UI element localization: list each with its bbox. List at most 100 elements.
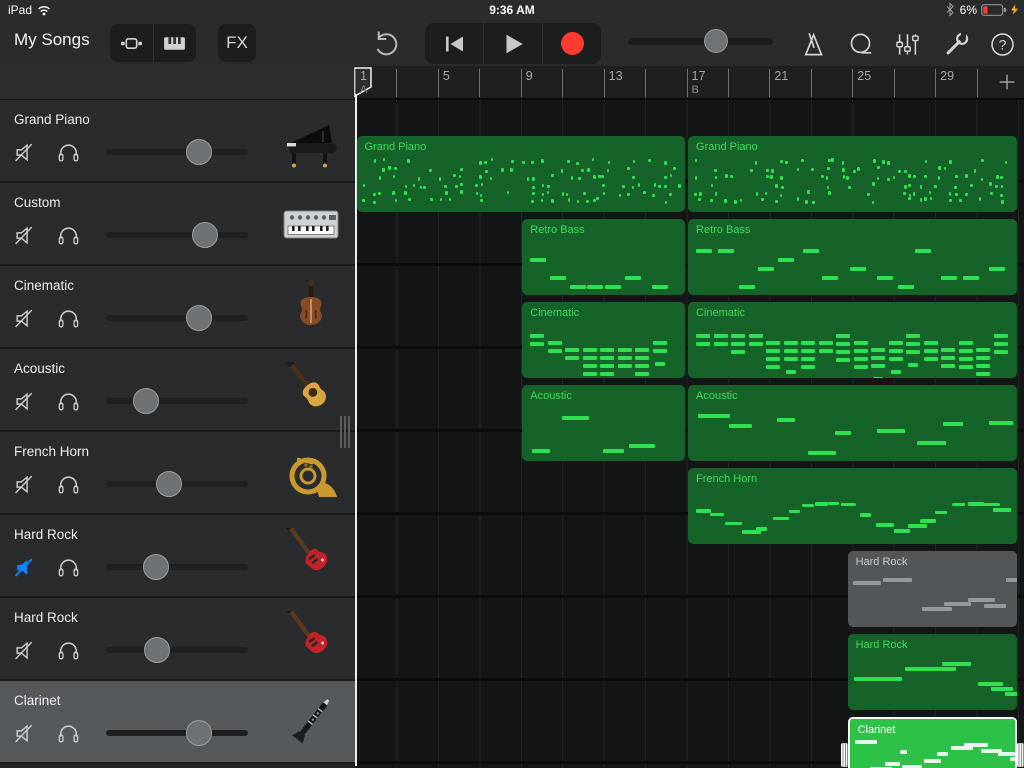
track-volume-thumb[interactable]: [186, 720, 212, 746]
midi-region-hard-rock[interactable]: Hard Rock: [848, 634, 1017, 710]
monitor-headphones-button[interactable]: [56, 223, 81, 248]
instrument-image[interactable]: [279, 692, 343, 752]
record-button[interactable]: [542, 23, 601, 64]
midi-region-acoustic[interactable]: Acoustic: [522, 385, 685, 461]
track-row-acoustic[interactable]: Acoustic: [0, 349, 355, 432]
instrument-image[interactable]: [279, 609, 343, 669]
monitor-headphones-button[interactable]: [56, 389, 81, 414]
charging-bolt-icon: [1011, 4, 1018, 15]
midi-region-hard-rock[interactable]: Hard Rock: [848, 551, 1017, 627]
add-measures-button[interactable]: [994, 68, 1020, 96]
track-volume-thumb[interactable]: [186, 139, 212, 165]
instrument-image[interactable]: [279, 194, 343, 254]
record-icon: [561, 32, 584, 55]
mute-button[interactable]: [13, 306, 38, 331]
settings-wrench-button[interactable]: [943, 31, 970, 58]
my-songs-button[interactable]: My Songs: [14, 30, 90, 50]
track-name: Clarinet: [14, 693, 61, 708]
master-volume-thumb[interactable]: [704, 29, 728, 53]
track-volume-thumb[interactable]: [186, 305, 212, 331]
track-name: Hard Rock: [14, 610, 78, 625]
monitor-headphones-button[interactable]: [56, 638, 81, 663]
track-volume-thumb[interactable]: [143, 554, 169, 580]
undo-button[interactable]: [370, 29, 400, 59]
mute-button[interactable]: [13, 638, 38, 663]
track-volume-slider[interactable]: [106, 232, 248, 238]
track-volume-thumb[interactable]: [133, 388, 159, 414]
metronome-button[interactable]: [799, 31, 826, 58]
track-volume-thumb[interactable]: [144, 637, 170, 663]
instrument-image[interactable]: [279, 526, 343, 586]
track-volume-slider[interactable]: [106, 481, 248, 487]
ruler-tick: [894, 69, 895, 97]
master-volume-slider[interactable]: [628, 38, 773, 45]
tracks-view-icon: [119, 31, 144, 56]
mute-button[interactable]: [13, 140, 38, 165]
ruler-measure-label: 17: [692, 69, 706, 83]
transport-controls: [425, 23, 601, 64]
loop-browser-button[interactable]: [847, 31, 874, 58]
ruler-tick: [811, 69, 812, 97]
panel-resize-handle[interactable]: [340, 416, 350, 448]
track-volume-thumb[interactable]: [156, 471, 182, 497]
midi-region-retro-bass[interactable]: Retro Bass: [688, 219, 1017, 295]
track-row-hard-rock[interactable]: Hard Rock: [0, 515, 355, 598]
midi-region-cinematic[interactable]: Cinematic: [688, 302, 1017, 378]
help-button[interactable]: [989, 31, 1016, 58]
region-label: Cinematic: [530, 307, 579, 319]
keyboard-icon: [162, 31, 187, 56]
track-volume-slider[interactable]: [106, 730, 248, 736]
mute-button[interactable]: [13, 472, 38, 497]
monitor-headphones-button[interactable]: [56, 140, 81, 165]
instrument-image[interactable]: [279, 443, 343, 503]
instrument-image[interactable]: [279, 111, 343, 171]
arrangement-area[interactable]: Grand Piano Grand Piano Retro Bass Retro…: [355, 100, 1024, 768]
midi-region-cinematic[interactable]: Cinematic: [522, 302, 685, 378]
instrument-image[interactable]: [279, 360, 343, 420]
midi-region-grand-piano[interactable]: Grand Piano: [357, 136, 686, 212]
track-volume-slider[interactable]: [106, 647, 248, 653]
mute-button[interactable]: [13, 555, 38, 580]
region-label: Retro Bass: [530, 224, 584, 236]
region-label: Hard Rock: [856, 639, 908, 651]
fx-button[interactable]: FX: [218, 24, 256, 62]
panel-spacer: [0, 66, 355, 100]
ruler-tick: [479, 69, 480, 97]
track-row-hard-rock[interactable]: Hard Rock: [0, 598, 355, 681]
playhead-line[interactable]: [355, 94, 357, 766]
track-row-french-horn[interactable]: French Horn: [0, 432, 355, 515]
track-row-custom[interactable]: Custom: [0, 183, 355, 266]
track-row-clarinet[interactable]: Clarinet: [0, 681, 355, 764]
mute-button[interactable]: [13, 721, 38, 746]
play-button[interactable]: [483, 23, 542, 64]
track-volume-thumb[interactable]: [192, 222, 218, 248]
instrument-view-button[interactable]: [154, 24, 197, 62]
tracks-view-button[interactable]: [110, 24, 154, 62]
rewind-button[interactable]: [425, 23, 483, 64]
midi-region-french-horn[interactable]: French Horn: [688, 468, 1017, 544]
track-volume-slider[interactable]: [106, 315, 248, 321]
track-volume-slider[interactable]: [106, 398, 248, 404]
midi-region-clarinet[interactable]: Clarinet: [848, 717, 1017, 768]
track-volume-slider[interactable]: [106, 149, 248, 155]
region-trim-handle-right[interactable]: [1017, 743, 1024, 767]
monitor-headphones-button[interactable]: [56, 472, 81, 497]
monitor-headphones-button[interactable]: [56, 721, 81, 746]
mixer-button[interactable]: [894, 31, 921, 58]
mute-button[interactable]: [13, 389, 38, 414]
midi-region-acoustic[interactable]: Acoustic: [688, 385, 1017, 461]
instrument-image[interactable]: [279, 277, 343, 337]
mute-button[interactable]: [13, 223, 38, 248]
toolbar: iPad 9:36 AM 6% My Songs FX: [0, 0, 1024, 67]
ruler[interactable]: 1591317212529AB: [355, 66, 1024, 100]
midi-region-retro-bass[interactable]: Retro Bass: [522, 219, 685, 295]
region-trim-handle-left[interactable]: [841, 743, 848, 767]
monitor-headphones-button[interactable]: [56, 555, 81, 580]
track-volume-slider[interactable]: [106, 564, 248, 570]
ruler-tick: [687, 69, 688, 97]
midi-region-grand-piano[interactable]: Grand Piano: [688, 136, 1017, 212]
track-row-grand-piano[interactable]: Grand Piano: [0, 100, 355, 183]
region-label: Cinematic: [696, 307, 745, 319]
track-row-cinematic[interactable]: Cinematic: [0, 266, 355, 349]
monitor-headphones-button[interactable]: [56, 306, 81, 331]
